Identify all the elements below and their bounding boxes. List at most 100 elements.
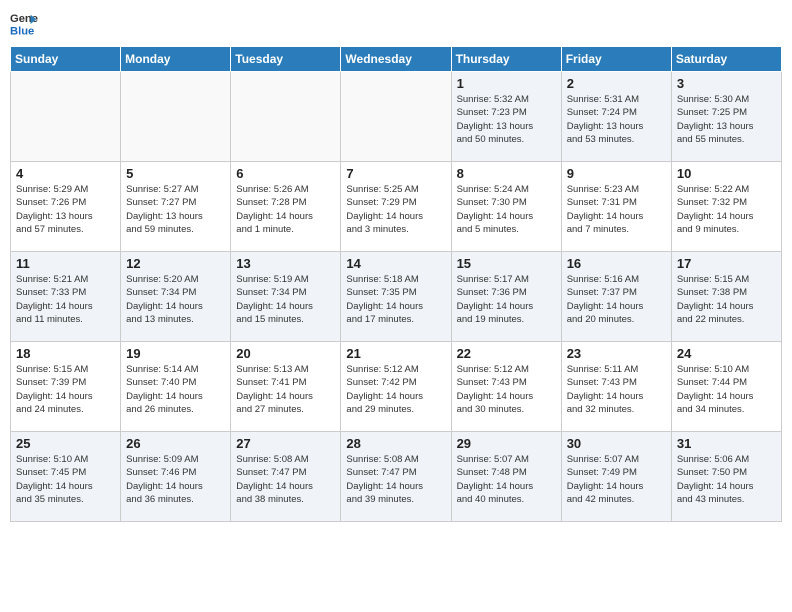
weekday-header-sunday: Sunday: [11, 47, 121, 72]
calendar-cell: 28 Sunrise: 5:08 AM Sunset: 7:47 PM Dayli…: [341, 432, 451, 522]
calendar-week-4: 18 Sunrise: 5:15 AM Sunset: 7:39 PM Dayli…: [11, 342, 782, 432]
day-info: Sunrise: 5:13 AM Sunset: 7:41 PM Dayligh…: [236, 363, 335, 416]
weekday-header-tuesday: Tuesday: [231, 47, 341, 72]
calendar-cell: 21 Sunrise: 5:12 AM Sunset: 7:42 PM Dayli…: [341, 342, 451, 432]
day-number: 22: [457, 346, 556, 361]
day-info: Sunrise: 5:08 AM Sunset: 7:47 PM Dayligh…: [346, 453, 445, 506]
day-info: Sunrise: 5:11 AM Sunset: 7:43 PM Dayligh…: [567, 363, 666, 416]
calendar-week-5: 25 Sunrise: 5:10 AM Sunset: 7:45 PM Dayli…: [11, 432, 782, 522]
day-info: Sunrise: 5:21 AM Sunset: 7:33 PM Dayligh…: [16, 273, 115, 326]
calendar-cell: 2Sunrise: 5:31 AM Sunset: 7:24 PM Daylig…: [561, 72, 671, 162]
day-info: Sunrise: 5:29 AM Sunset: 7:26 PM Dayligh…: [16, 183, 115, 236]
calendar-cell: [341, 72, 451, 162]
page-header: General Blue: [10, 10, 782, 38]
calendar-body: 1 Sunrise: 5:32 AM Sunset: 7:23 PM Daylig…: [11, 72, 782, 522]
day-number: 10: [677, 166, 776, 181]
day-info: Sunrise: 5:06 AM Sunset: 7:50 PM Dayligh…: [677, 453, 776, 506]
day-number: 8: [457, 166, 556, 181]
calendar-week-1: 1 Sunrise: 5:32 AM Sunset: 7:23 PM Daylig…: [11, 72, 782, 162]
day-info: Sunrise: 5:26 AM Sunset: 7:28 PM Dayligh…: [236, 183, 335, 236]
day-number: 25: [16, 436, 115, 451]
logo-icon: General Blue: [10, 10, 38, 38]
day-number: 4: [16, 166, 115, 181]
day-info: Sunrise: 5:23 AM Sunset: 7:31 PM Dayligh…: [567, 183, 666, 236]
day-number: 12: [126, 256, 225, 271]
day-number: 18: [16, 346, 115, 361]
calendar-cell: 3 Sunrise: 5:30 AM Sunset: 7:25 PM Daylig…: [671, 72, 781, 162]
day-number: 6: [236, 166, 335, 181]
day-number: 23: [567, 346, 666, 361]
calendar-cell: 9 Sunrise: 5:23 AM Sunset: 7:31 PM Daylig…: [561, 162, 671, 252]
calendar-cell: 6 Sunrise: 5:26 AM Sunset: 7:28 PM Daylig…: [231, 162, 341, 252]
calendar-cell: 20 Sunrise: 5:13 AM Sunset: 7:41 PM Dayli…: [231, 342, 341, 432]
weekday-header-saturday: Saturday: [671, 47, 781, 72]
day-number: 2: [567, 76, 666, 91]
day-info: Sunrise: 5:30 AM Sunset: 7:25 PM Dayligh…: [677, 93, 776, 146]
weekday-header-thursday: Thursday: [451, 47, 561, 72]
day-number: 20: [236, 346, 335, 361]
calendar-cell: 27 Sunrise: 5:08 AM Sunset: 7:47 PM Dayli…: [231, 432, 341, 522]
calendar-cell: 5Sunrise: 5:27 AM Sunset: 7:27 PM Daylig…: [121, 162, 231, 252]
calendar-cell: 29 Sunrise: 5:07 AM Sunset: 7:48 PM Dayli…: [451, 432, 561, 522]
svg-text:Blue: Blue: [10, 25, 34, 37]
day-number: 3: [677, 76, 776, 91]
day-info: Sunrise: 5:15 AM Sunset: 7:38 PM Dayligh…: [677, 273, 776, 326]
calendar-cell: [231, 72, 341, 162]
day-number: 13: [236, 256, 335, 271]
day-number: 5: [126, 166, 225, 181]
calendar-cell: 22Sunrise: 5:12 AM Sunset: 7:43 PM Dayli…: [451, 342, 561, 432]
calendar-cell: 11 Sunrise: 5:21 AM Sunset: 7:33 PM Dayli…: [11, 252, 121, 342]
calendar-cell: 1 Sunrise: 5:32 AM Sunset: 7:23 PM Daylig…: [451, 72, 561, 162]
calendar-cell: 8 Sunrise: 5:24 AM Sunset: 7:30 PM Daylig…: [451, 162, 561, 252]
day-number: 11: [16, 256, 115, 271]
day-info: Sunrise: 5:25 AM Sunset: 7:29 PM Dayligh…: [346, 183, 445, 236]
day-info: Sunrise: 5:07 AM Sunset: 7:48 PM Dayligh…: [457, 453, 556, 506]
day-info: Sunrise: 5:15 AM Sunset: 7:39 PM Dayligh…: [16, 363, 115, 416]
weekday-header-monday: Monday: [121, 47, 231, 72]
calendar-cell: [121, 72, 231, 162]
day-number: 29: [457, 436, 556, 451]
calendar-cell: 31 Sunrise: 5:06 AM Sunset: 7:50 PM Dayli…: [671, 432, 781, 522]
day-info: Sunrise: 5:32 AM Sunset: 7:23 PM Dayligh…: [457, 93, 556, 146]
calendar-cell: 15 Sunrise: 5:17 AM Sunset: 7:36 PM Dayli…: [451, 252, 561, 342]
day-info: Sunrise: 5:24 AM Sunset: 7:30 PM Dayligh…: [457, 183, 556, 236]
calendar-table: SundayMondayTuesdayWednesdayThursdayFrid…: [10, 46, 782, 522]
calendar-cell: 12 Sunrise: 5:20 AM Sunset: 7:34 PM Dayli…: [121, 252, 231, 342]
calendar-cell: 25 Sunrise: 5:10 AM Sunset: 7:45 PM Dayli…: [11, 432, 121, 522]
day-number: 28: [346, 436, 445, 451]
day-number: 7: [346, 166, 445, 181]
day-number: 14: [346, 256, 445, 271]
calendar-week-2: 4 Sunrise: 5:29 AM Sunset: 7:26 PM Daylig…: [11, 162, 782, 252]
calendar-cell: 19Sunrise: 5:14 AM Sunset: 7:40 PM Dayli…: [121, 342, 231, 432]
day-number: 19: [126, 346, 225, 361]
calendar-cell: 18 Sunrise: 5:15 AM Sunset: 7:39 PM Dayli…: [11, 342, 121, 432]
calendar-cell: 23 Sunrise: 5:11 AM Sunset: 7:43 PM Dayli…: [561, 342, 671, 432]
day-number: 27: [236, 436, 335, 451]
weekday-header-wednesday: Wednesday: [341, 47, 451, 72]
day-number: 30: [567, 436, 666, 451]
day-number: 21: [346, 346, 445, 361]
day-info: Sunrise: 5:17 AM Sunset: 7:36 PM Dayligh…: [457, 273, 556, 326]
day-info: Sunrise: 5:10 AM Sunset: 7:44 PM Dayligh…: [677, 363, 776, 416]
calendar-cell: 24Sunrise: 5:10 AM Sunset: 7:44 PM Dayli…: [671, 342, 781, 432]
day-number: 31: [677, 436, 776, 451]
day-number: 26: [126, 436, 225, 451]
day-info: Sunrise: 5:09 AM Sunset: 7:46 PM Dayligh…: [126, 453, 225, 506]
day-number: 15: [457, 256, 556, 271]
day-number: 9: [567, 166, 666, 181]
day-info: Sunrise: 5:10 AM Sunset: 7:45 PM Dayligh…: [16, 453, 115, 506]
calendar-cell: 16Sunrise: 5:16 AM Sunset: 7:37 PM Dayli…: [561, 252, 671, 342]
day-info: Sunrise: 5:12 AM Sunset: 7:42 PM Dayligh…: [346, 363, 445, 416]
calendar-cell: 14Sunrise: 5:18 AM Sunset: 7:35 PM Dayli…: [341, 252, 451, 342]
weekday-header-friday: Friday: [561, 47, 671, 72]
day-info: Sunrise: 5:20 AM Sunset: 7:34 PM Dayligh…: [126, 273, 225, 326]
calendar-cell: 4 Sunrise: 5:29 AM Sunset: 7:26 PM Daylig…: [11, 162, 121, 252]
calendar-cell: 13Sunrise: 5:19 AM Sunset: 7:34 PM Dayli…: [231, 252, 341, 342]
day-number: 17: [677, 256, 776, 271]
calendar-cell: [11, 72, 121, 162]
day-info: Sunrise: 5:08 AM Sunset: 7:47 PM Dayligh…: [236, 453, 335, 506]
day-number: 1: [457, 76, 556, 91]
day-info: Sunrise: 5:07 AM Sunset: 7:49 PM Dayligh…: [567, 453, 666, 506]
day-info: Sunrise: 5:22 AM Sunset: 7:32 PM Dayligh…: [677, 183, 776, 236]
calendar-cell: 17 Sunrise: 5:15 AM Sunset: 7:38 PM Dayli…: [671, 252, 781, 342]
